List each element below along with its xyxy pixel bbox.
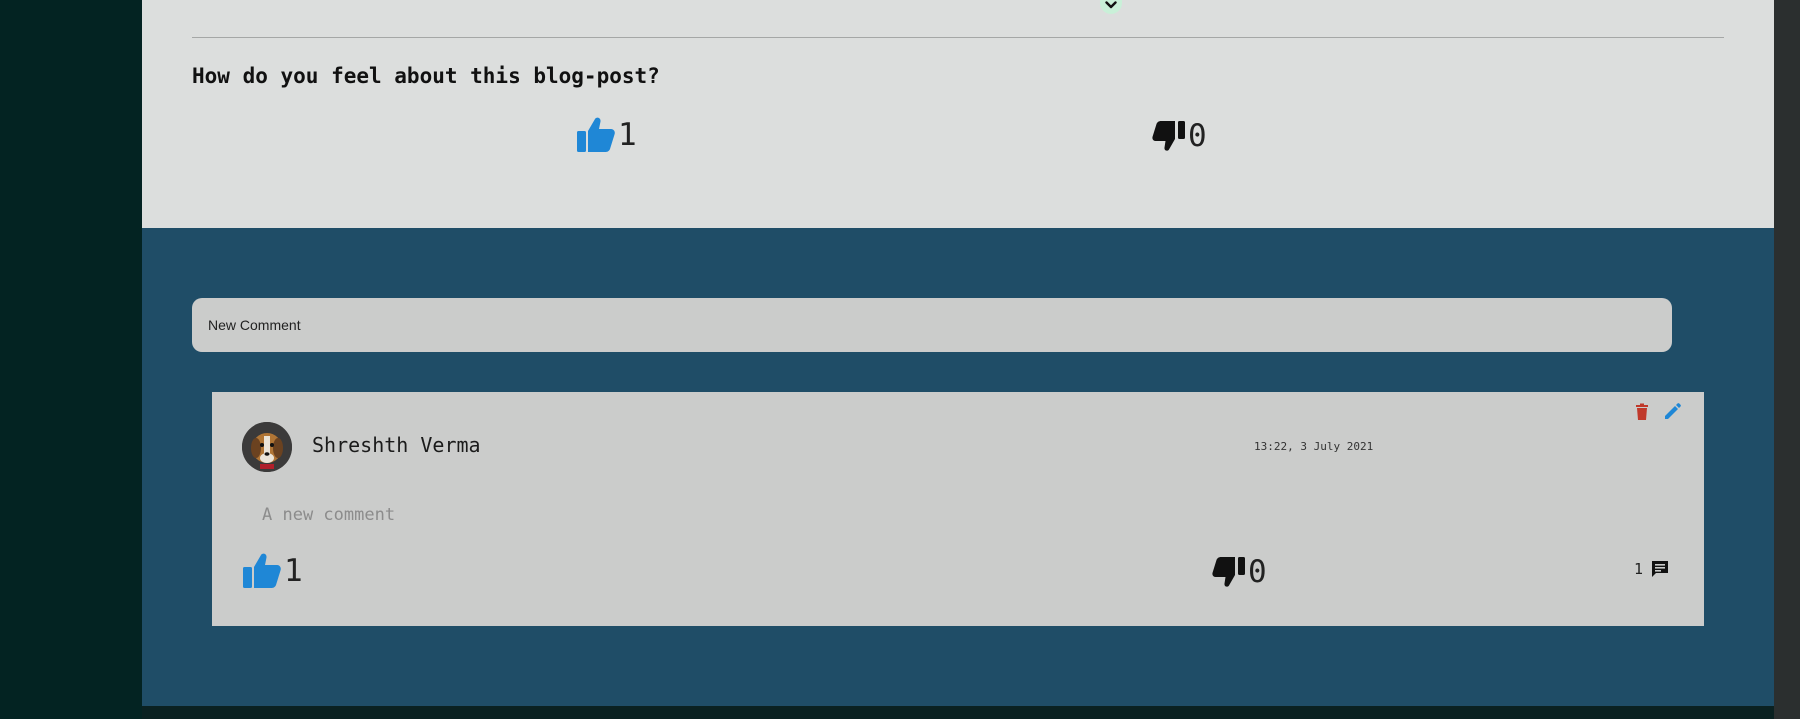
comment-icon [1652, 561, 1669, 577]
trash-icon [1636, 403, 1648, 420]
page-background-left [0, 0, 142, 719]
pencil-icon [1665, 403, 1681, 419]
comment-replies-button[interactable]: 1 [1634, 560, 1669, 578]
page-background-right [1774, 0, 1800, 719]
feedback-question: How do you feel about this blog-post? [192, 64, 660, 88]
comment-body: A new comment [262, 505, 396, 525]
collapse-toggle-button[interactable] [1100, 0, 1122, 14]
avatar [242, 422, 292, 472]
post-dislike-count: 0 [1188, 117, 1207, 154]
thumbs-down-icon [1152, 121, 1185, 151]
thumbs-down-icon [1212, 557, 1245, 587]
post-dislike-button[interactable]: 0 [1152, 120, 1207, 152]
delete-comment-button[interactable] [1632, 402, 1652, 422]
page-background-bottom [142, 706, 1774, 719]
post-like-count: 1 [618, 116, 637, 153]
comments-section: Shreshth Verma 13:22, 3 July 2021 A new … [142, 228, 1774, 706]
post-like-button[interactable]: 1 [576, 116, 637, 154]
post-feedback-section: How do you feel about this blog-post? 1 … [142, 0, 1774, 228]
comment-timestamp: 13:22, 3 July 2021 [1254, 440, 1374, 453]
comment-like-button[interactable]: 1 [242, 552, 303, 590]
reply-count: 1 [1634, 560, 1644, 578]
thumbs-up-icon [577, 117, 615, 152]
section-divider [192, 37, 1724, 38]
comment-like-count: 1 [284, 552, 303, 589]
chevron-down-icon [1105, 1, 1117, 9]
comment-author: Shreshth Verma [312, 433, 481, 457]
dog-avatar-image [242, 422, 292, 472]
comment-card: Shreshth Verma 13:22, 3 July 2021 A new … [212, 392, 1704, 626]
comment-dislike-button[interactable]: 0 [1212, 556, 1267, 588]
edit-comment-button[interactable] [1662, 402, 1682, 422]
comment-dislike-count: 0 [1248, 553, 1267, 590]
thumbs-up-icon [243, 553, 281, 588]
new-comment-input[interactable] [192, 298, 1672, 352]
